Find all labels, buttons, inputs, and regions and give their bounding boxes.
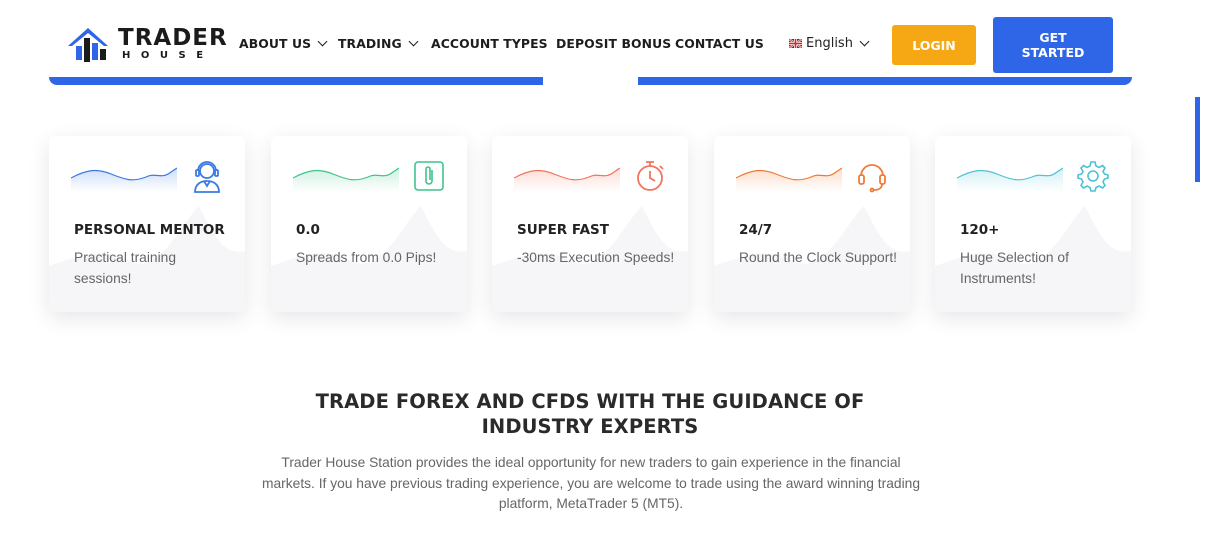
wave-decoration [736, 167, 842, 192]
feature-card-personal-mentor: PERSONAL MENTOR Practical training sessi… [49, 136, 245, 312]
nav-account-types[interactable]: ACCOUNT TYPES [431, 36, 548, 51]
paperclip-icon [414, 161, 444, 191]
nav-deposit-bonus-label: DEPOSIT BONUS [556, 36, 672, 51]
wave-decoration [71, 167, 177, 192]
chevron-down-icon [859, 36, 870, 47]
blue-accent-bar-right [638, 77, 1132, 85]
language-label: English [806, 36, 853, 51]
nav-deposit-bonus[interactable]: DEPOSIT BONUS [556, 36, 671, 51]
wave-decoration [293, 167, 399, 192]
wave-decoration [957, 167, 1063, 192]
language-selector[interactable]: English [789, 36, 870, 51]
chevron-down-icon [317, 36, 328, 47]
feature-card-instruments: 120+ Huge Selection of Instruments! [935, 136, 1131, 312]
support-agent-icon [194, 161, 220, 193]
nav-about-us[interactable]: ABOUT US [239, 36, 328, 51]
card-title: 24/7 [739, 222, 773, 238]
card-title: 0.0 [296, 222, 320, 238]
nav-trading-label: TRADING [338, 36, 402, 51]
card-description: Round the Clock Support! [739, 250, 897, 265]
feature-card-support: 24/7 Round the Clock Support! [714, 136, 910, 312]
feature-card-super-fast: SUPER FAST -30ms Execution Speeds! [492, 136, 688, 312]
blue-accent-bar-left [49, 77, 543, 85]
feature-card-spreads: 0.0 Spreads from 0.0 Pips! [271, 136, 467, 312]
nav-about-us-label: ABOUT US [239, 36, 312, 51]
section-heading-line1: TRADE FOREX AND CFDS WITH THE GUIDANCE O… [315, 390, 865, 413]
chevron-down-icon [408, 36, 419, 47]
section-heading: TRADE FOREX AND CFDS WITH THE GUIDANCE O… [300, 389, 880, 439]
nav-trading[interactable]: TRADING [338, 36, 419, 51]
nav-account-types-label: ACCOUNT TYPES [431, 36, 548, 51]
uk-flag-icon [789, 39, 802, 48]
card-description: Huge Selection of Instruments! [960, 250, 1069, 286]
logo-subtext: HOUSE [122, 50, 214, 61]
nav-contact-us[interactable]: CONTACT US [675, 36, 764, 51]
card-title: SUPER FAST [517, 222, 609, 238]
card-description: Spreads from 0.0 Pips! [296, 250, 437, 265]
login-button-label: LOGIN [912, 37, 956, 53]
section-paragraph: Trader House Station provides the ideal … [261, 455, 920, 511]
section-heading-line2: INDUSTRY EXPERTS [481, 415, 699, 438]
wave-decoration [514, 167, 620, 192]
card-description: -30ms Execution Speeds! [517, 250, 675, 265]
card-description: Practical training sessions! [74, 250, 176, 286]
gear-icon [1077, 161, 1109, 192]
headset-icon [858, 164, 886, 193]
scroll-indicator[interactable] [1195, 97, 1200, 182]
stopwatch-icon [637, 161, 664, 191]
login-button[interactable]: LOGIN [892, 25, 976, 65]
card-title: PERSONAL MENTOR [74, 222, 225, 238]
card-title: 120+ [960, 222, 1000, 238]
get-started-label: GET STARTED [1021, 30, 1085, 60]
logo-wordmark: TRADER [118, 25, 228, 51]
nav-contact-us-label: CONTACT US [675, 36, 764, 51]
get-started-button[interactable]: GET STARTED [993, 17, 1113, 73]
